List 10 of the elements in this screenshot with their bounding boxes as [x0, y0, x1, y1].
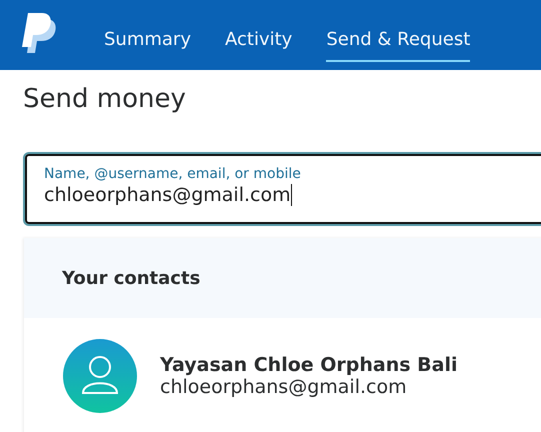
logo-icon[interactable] — [22, 13, 58, 55]
section-heading: Your contacts — [62, 268, 200, 288]
contact-email: chloeorphans@gmail.com — [160, 376, 408, 398]
recipient-field[interactable]: Name, @username, email, or mobile chloeorphans@gmail.com — [25, 154, 541, 224]
contact-name[interactable]: Yayasan Chloe Orphans Bali — [160, 354, 458, 376]
avatar-icon[interactable] — [62, 338, 138, 414]
nav-tab[interactable]: Activity — [225, 8, 292, 62]
page-title: Send money — [23, 84, 187, 114]
nav-tab[interactable]: Summary — [104, 8, 191, 62]
nav-tab[interactable]: Send & Request — [326, 8, 470, 62]
